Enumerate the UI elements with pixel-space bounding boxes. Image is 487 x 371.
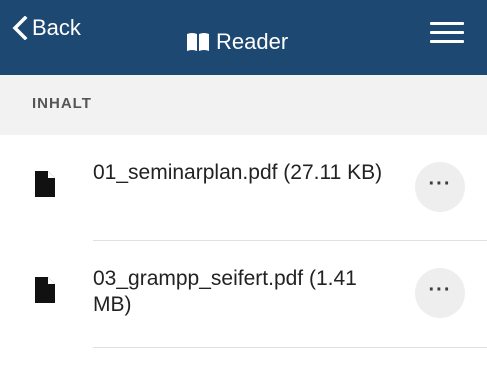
top-bar: Back Reader xyxy=(0,0,487,75)
file-icon xyxy=(35,277,55,303)
divider xyxy=(93,240,487,241)
hamburger-menu-icon[interactable] xyxy=(430,22,464,48)
file-name: 01_seminarplan.pdf (27.11 KB) xyxy=(93,161,383,184)
more-options-button[interactable]: ··· xyxy=(415,268,465,318)
list-item[interactable]: 03_grampp_seifert.pdf (1.41 MB) ··· xyxy=(0,242,487,348)
back-label: Back xyxy=(32,15,81,40)
more-options-button[interactable]: ··· xyxy=(415,162,465,212)
book-icon xyxy=(186,32,210,52)
reader-app: Back Reader INHALT 01_seminarplan.pdf (2… xyxy=(0,0,487,371)
file-name: 03_grampp_seifert.pdf (1.41 MB) xyxy=(93,267,357,316)
back-button[interactable]: Back xyxy=(12,16,81,40)
section-header: INHALT xyxy=(0,75,487,135)
list-item[interactable]: 01_seminarplan.pdf (27.11 KB) ··· xyxy=(0,136,487,242)
section-label: INHALT xyxy=(32,95,92,112)
divider xyxy=(93,347,487,348)
title-label: Reader xyxy=(216,29,289,54)
page-title: Reader xyxy=(186,30,288,54)
chevron-left-icon xyxy=(12,16,28,40)
file-icon xyxy=(35,171,55,197)
